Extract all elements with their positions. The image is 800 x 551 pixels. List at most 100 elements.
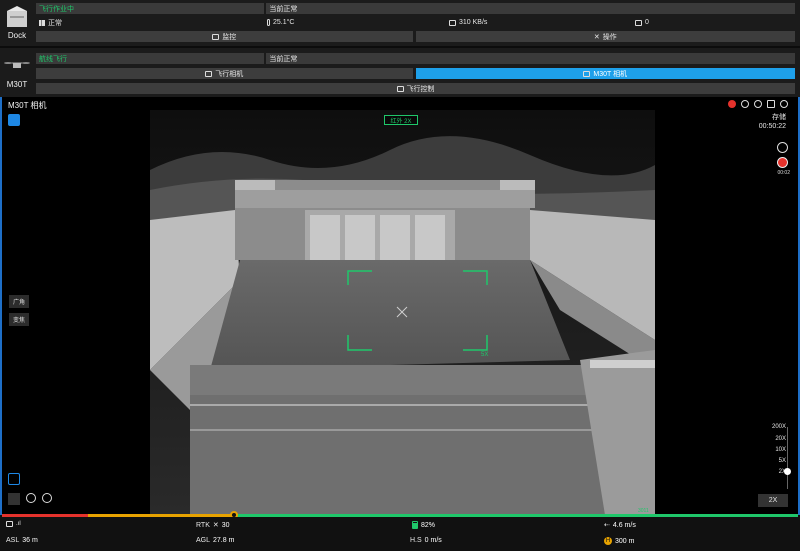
flight-control-button[interactable]: 飞行控制 bbox=[36, 83, 795, 94]
m30t-camera-label: M30T 相机 bbox=[593, 70, 628, 78]
settings-icon[interactable] bbox=[741, 100, 749, 108]
bottom-left-tools bbox=[8, 473, 52, 505]
monitor-button[interactable]: 监控 bbox=[36, 31, 413, 42]
zoom-level[interactable]: 200X bbox=[772, 422, 786, 433]
controller-icon bbox=[6, 521, 13, 527]
tools-icon: ✕ bbox=[593, 33, 600, 41]
camera-icon[interactable] bbox=[8, 114, 20, 126]
wide-angle-button[interactable]: 广角 bbox=[9, 295, 29, 308]
storage-time: 00:50:22 bbox=[758, 123, 786, 130]
heading-icon bbox=[42, 493, 52, 503]
record-time: 00:02 bbox=[777, 170, 790, 176]
rtk-count: 30 bbox=[221, 521, 230, 529]
flight-camera-button[interactable]: 飞行相机 bbox=[36, 68, 413, 79]
dock-status-row: 飞行作业中 当前正常 bbox=[36, 3, 795, 14]
control-icon bbox=[396, 85, 404, 92]
divider bbox=[0, 46, 800, 48]
camera-toolbar bbox=[728, 100, 788, 108]
horizontal-speed: H.S 0 m/s bbox=[410, 537, 442, 544]
dock-actions-row: 监控 ✕ 操作 bbox=[36, 31, 795, 42]
aircraft-label: M30T bbox=[6, 80, 28, 89]
top-panel: Dock 飞行作业中 当前正常 正常 25.1°C 310 KB/s 0 监控 … bbox=[0, 0, 800, 97]
record-indicator-icon[interactable] bbox=[728, 100, 736, 108]
storage-info: 存储 00:50:22 bbox=[759, 113, 786, 131]
status-bar: .ıl ASL 36 m RTK ✕ 30 AGL 27.8 m 82% H.S… bbox=[0, 517, 800, 551]
zoom-level[interactable]: 10X bbox=[772, 445, 786, 456]
aircraft-status-title: 航线飞行 bbox=[36, 53, 265, 64]
signal-bars-icon: .ıl bbox=[16, 521, 21, 527]
zoom-slider-knob[interactable] bbox=[784, 468, 791, 475]
network-speed-icon bbox=[449, 19, 456, 26]
dock-network: 正常 bbox=[36, 18, 267, 28]
rtk: RTK ✕ 30 bbox=[196, 521, 230, 530]
dock-temperature: 25.1°C bbox=[273, 19, 295, 26]
m30t-camera-button[interactable]: M30T 相机 bbox=[415, 68, 795, 79]
zoom-level[interactable]: 5X bbox=[772, 456, 786, 467]
reticle-zoom: 5X bbox=[481, 352, 489, 358]
aircraft-attitude-icon bbox=[8, 493, 20, 505]
hs-label: H.S bbox=[410, 537, 422, 544]
wind-speed-value: 4.6 m/s bbox=[612, 521, 636, 529]
dock-count: 0 bbox=[635, 19, 649, 26]
monitor-label: 监控 bbox=[222, 33, 237, 41]
folder-icon bbox=[635, 19, 642, 26]
dock-info-row: 正常 25.1°C 310 KB/s 0 bbox=[36, 17, 795, 28]
dock-icon bbox=[7, 6, 27, 27]
home-icon: H bbox=[604, 537, 612, 545]
operate-button[interactable]: ✕ 操作 bbox=[415, 31, 795, 42]
thermometer-icon bbox=[267, 19, 270, 26]
zoom-badge[interactable]: 2X bbox=[758, 494, 788, 507]
home-distance-value: 300 m bbox=[615, 537, 635, 545]
photo-capture-button[interactable] bbox=[777, 142, 788, 153]
video-record-button[interactable] bbox=[777, 157, 788, 168]
drone-icon bbox=[4, 62, 30, 68]
wind-icon: ⇠ bbox=[604, 522, 610, 529]
dock-status-text: 当前正常 bbox=[266, 3, 795, 14]
satellite-icon: ✕ bbox=[212, 522, 219, 529]
camera-view: M30T 相机 5X 红外 2X 广角 变焦 存储 00:50:22 00:02… bbox=[0, 97, 800, 515]
rtk-label: RTK bbox=[196, 521, 210, 529]
agl-label: AGL bbox=[196, 537, 211, 544]
aircraft-status-text: 当前正常 bbox=[266, 53, 795, 64]
flight-control-label: 飞行控制 bbox=[406, 85, 435, 93]
refresh-icon[interactable] bbox=[754, 100, 762, 108]
aircraft-camera-row: 飞行相机 M30T 相机 bbox=[36, 68, 795, 79]
dock-status-title: 飞行作业中 bbox=[36, 3, 265, 14]
home-distance: H 300 m bbox=[604, 537, 634, 545]
asl-label: ASL bbox=[6, 537, 20, 544]
link-status: .ıl bbox=[6, 521, 21, 527]
agl-value: 27.8 m bbox=[213, 537, 235, 544]
aircraft-device[interactable]: M30T bbox=[0, 48, 34, 97]
battery: 82% bbox=[412, 521, 435, 529]
flight-camera-label: 飞行相机 bbox=[215, 70, 244, 78]
agl: AGL 27.8 m bbox=[196, 537, 234, 544]
zoom-level[interactable]: 20X bbox=[772, 434, 786, 445]
operate-label: 操作 bbox=[602, 33, 617, 41]
flight-control-row: 飞行控制 bbox=[36, 83, 795, 94]
dock-count-value: 0 bbox=[645, 19, 649, 26]
fullscreen-icon[interactable] bbox=[767, 100, 775, 108]
asl: ASL 36 m bbox=[6, 537, 38, 544]
signal-icon bbox=[39, 19, 45, 26]
aircraft-status-row: 航线飞行 当前正常 bbox=[36, 53, 795, 64]
camera-title: M30T 相机 bbox=[8, 101, 47, 110]
dock-speed: 310 KB/s bbox=[449, 19, 635, 26]
thermal-video-feed[interactable]: 5X bbox=[150, 110, 655, 515]
thermal-mode-tag[interactable]: 红外 2X bbox=[384, 115, 418, 125]
dock-network-speed: 310 KB/s bbox=[459, 19, 488, 26]
video-icon bbox=[205, 70, 213, 77]
power-icon[interactable] bbox=[780, 100, 788, 108]
video-icon bbox=[212, 33, 220, 40]
compass-icon[interactable] bbox=[8, 473, 20, 485]
focus-reticle bbox=[347, 270, 488, 351]
dock-label: Dock bbox=[7, 31, 27, 40]
hs-value: 0 m/s bbox=[424, 537, 442, 544]
gimbal-icon bbox=[26, 493, 36, 503]
dock-device[interactable]: Dock bbox=[0, 0, 34, 46]
zoom-mode-button[interactable]: 变焦 bbox=[9, 313, 29, 326]
storage-label: 存储 bbox=[772, 114, 786, 121]
wind-speed: ⇠ 4.6 m/s bbox=[604, 521, 636, 530]
zoom-slider-track[interactable] bbox=[787, 427, 788, 489]
battery-icon bbox=[412, 521, 418, 529]
video-icon bbox=[583, 70, 591, 77]
